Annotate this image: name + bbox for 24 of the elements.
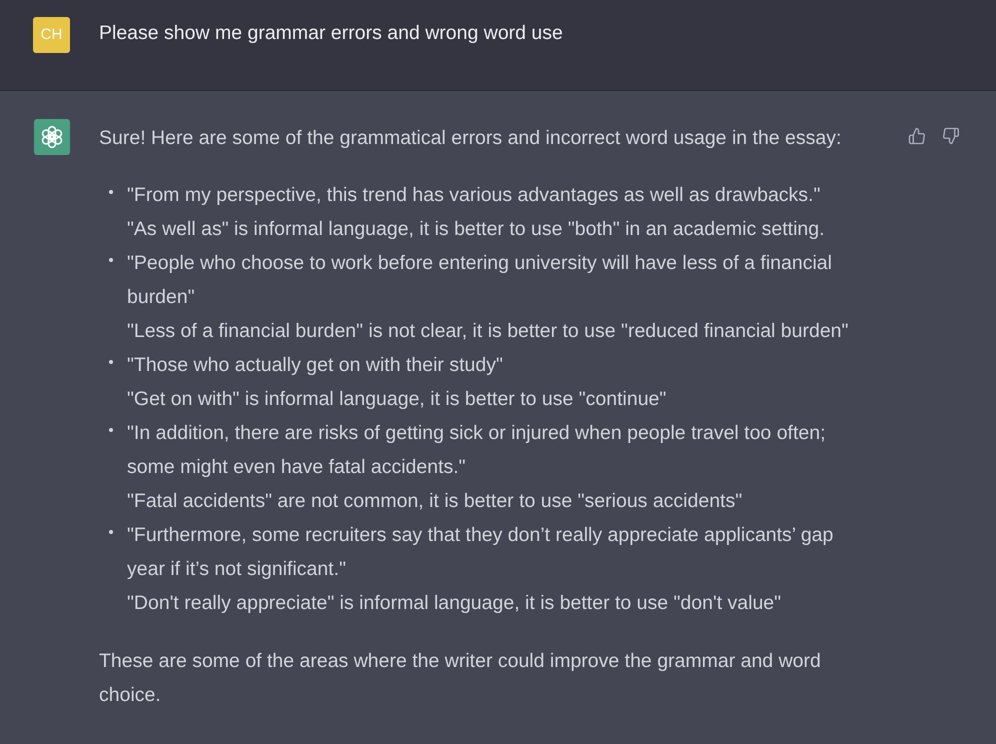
quoted-sentence: "Furthermore, some recruiters say that they don’t really appreciate applicants’ gap year if it’s not significant."	[127, 523, 834, 582]
user-avatar: CH	[33, 17, 70, 53]
bullet-icon	[109, 530, 113, 534]
correction-note: "Don't really appreciate" is informal language, it is better to use "don't value"	[127, 591, 782, 616]
thumbs-up-button[interactable]	[906, 125, 928, 147]
logo-icon	[39, 124, 65, 150]
quoted-sentence: "From my perspective, this trend has various advantages as well as drawbacks."	[127, 183, 822, 208]
correction-note: "Fatal accidents" are not common, it is better to use "serious accidents"	[127, 489, 744, 514]
bullet-icon	[109, 428, 113, 432]
response-closing: These are some of the areas where the writer could improve the grammar and word choice.	[99, 649, 822, 708]
bullet-icon	[109, 360, 113, 364]
thumbs-up-icon	[908, 127, 926, 145]
thumbs-down-button[interactable]	[940, 125, 962, 147]
user-message: Please show me grammar errors and wrong word use	[99, 21, 563, 46]
bullet-icon	[109, 190, 113, 194]
quoted-sentence: "Those who actually get on with their study"	[127, 353, 504, 378]
correction-note: "Get on with" is informal language, it is better to use "continue"	[127, 387, 668, 412]
response-intro: Sure! Here are some of the grammatical errors and incorrect word usage in the essay:	[99, 126, 842, 151]
bullet-icon	[109, 258, 113, 262]
thumbs-down-icon	[942, 127, 960, 145]
quoted-sentence: "People who choose to work before entering university will have less of a financial burden"	[127, 251, 833, 310]
quoted-sentence: "In addition, there are risks of getting sick or injured when people travel too often; some might even have fatal accidents."	[127, 421, 826, 480]
correction-note: "As well as" is informal language, it is better to use "both" in an academic setting.	[127, 217, 826, 242]
correction-note: "Less of a financial burden" is not clear, it is better to use "reduced financial burden"	[127, 319, 850, 344]
